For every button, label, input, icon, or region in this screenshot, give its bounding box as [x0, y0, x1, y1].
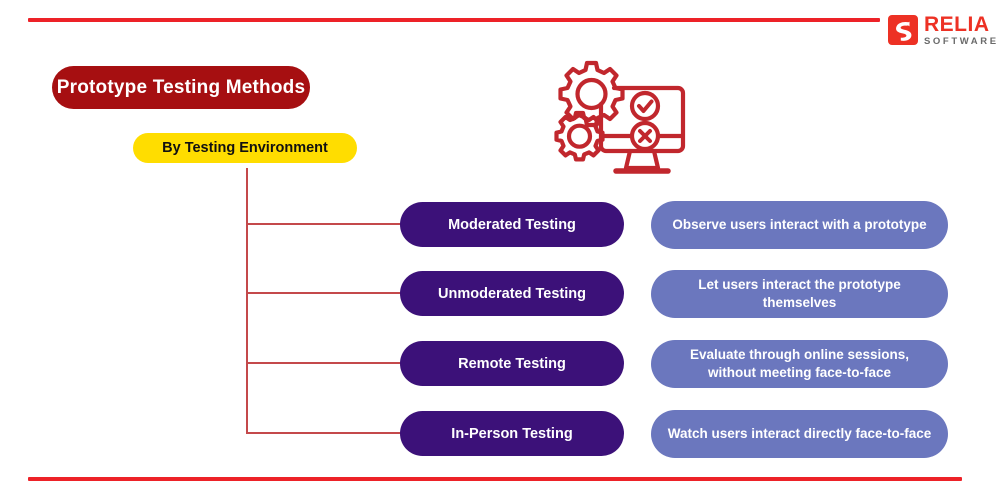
connector-branch-4 [246, 432, 402, 434]
connector-branch-2 [246, 292, 402, 294]
logo-wordmark: RELIA SOFTWARE [924, 14, 999, 47]
category-label: By Testing Environment [133, 133, 357, 163]
description-box-remote-testing: Evaluate through online sessions, withou… [651, 340, 948, 388]
method-box-remote-testing[interactable]: Remote Testing [400, 341, 624, 386]
connector-branch-3 [246, 362, 402, 364]
description-box-unmoderated-testing: Let users interact the prototype themsel… [651, 270, 948, 318]
page-title: Prototype Testing Methods [52, 66, 310, 109]
method-box-in-person-testing[interactable]: In-Person Testing [400, 411, 624, 456]
description-box-moderated-testing: Observe users interact with a prototype [651, 201, 948, 249]
connector-branch-1 [246, 223, 402, 225]
logo-word: RELIA [924, 13, 990, 36]
description-box-in-person-testing: Watch users interact directly face-to-fa… [651, 410, 948, 458]
brand-logo[interactable]: RELIA SOFTWARE [888, 14, 999, 47]
bottom-divider-rule [28, 477, 962, 481]
monitor-with-gears-check-cross-icon [554, 60, 686, 174]
method-box-unmoderated-testing[interactable]: Unmoderated Testing [400, 271, 624, 316]
infographic-canvas: RELIA SOFTWARE Prototype Testing Methods… [0, 0, 1000, 500]
method-box-moderated-testing[interactable]: Moderated Testing [400, 202, 624, 247]
logo-subword: SOFTWARE [924, 36, 999, 47]
relia-s-mark-icon [888, 15, 918, 46]
top-divider-rule [28, 18, 880, 22]
connector-trunk [246, 168, 248, 433]
